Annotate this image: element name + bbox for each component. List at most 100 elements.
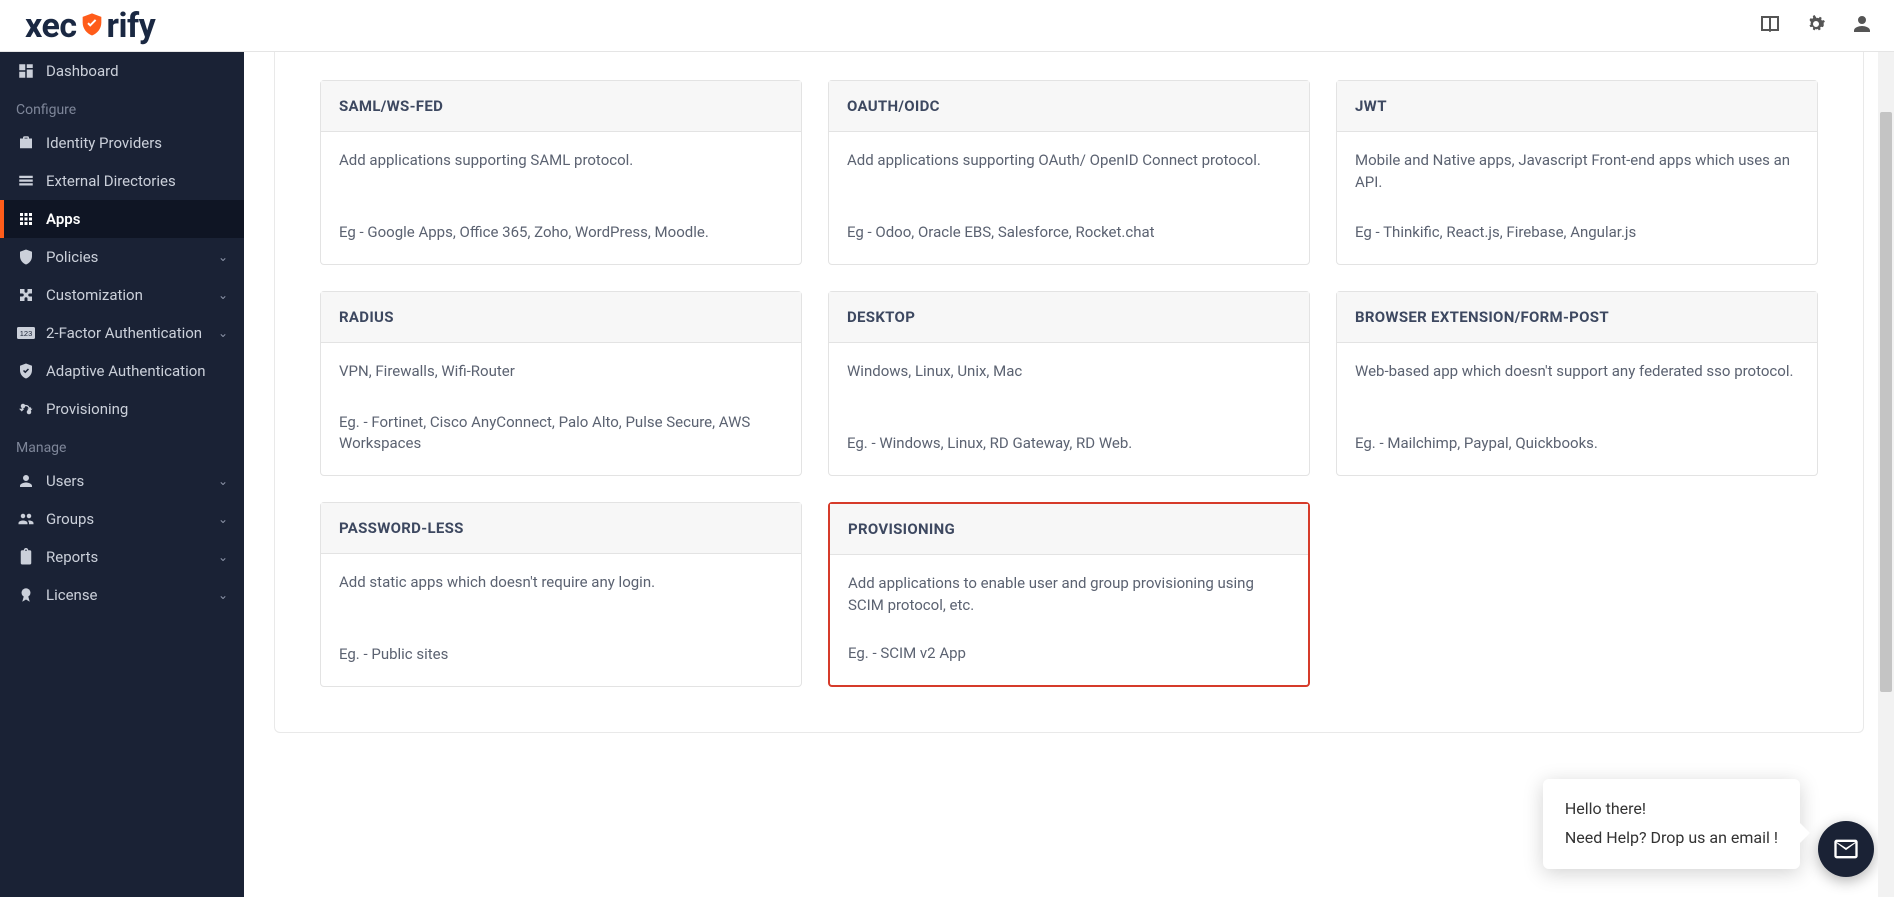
app-type-card[interactable]: OAUTH/OIDCAdd applications supporting OA…	[828, 80, 1310, 265]
mail-icon	[1832, 835, 1860, 863]
card-example: Eg. - Windows, Linux, RD Gateway, RD Web…	[847, 433, 1291, 455]
sidebar-item-apps[interactable]: Apps	[0, 200, 244, 238]
scrollbar-thumb[interactable]	[1880, 112, 1892, 692]
card-example: Eg. - Mailchimp, Paypal, Quickbooks.	[1355, 433, 1799, 455]
brand-logo[interactable]: xec rify	[25, 6, 155, 46]
card-example: Eg - Thinkific, React.js, Firebase, Angu…	[1355, 222, 1799, 244]
chat-line1: Hello there!	[1565, 795, 1778, 824]
card-body: Mobile and Native apps, Javascript Front…	[1337, 132, 1817, 264]
app-type-card[interactable]: DESKTOP Windows, Linux, Unix, Mac Eg. - Wi…	[828, 291, 1310, 476]
card-example: Eg. - Fortinet, Cisco AnyConnect, Palo A…	[339, 412, 783, 456]
chevron-down-icon: ⌄	[218, 512, 228, 526]
chat-bubble-button[interactable]	[1818, 821, 1874, 877]
card-title: DESKTOP	[829, 292, 1309, 343]
sidebar-item-ext-dir[interactable]: External Directories	[0, 162, 244, 200]
cards-grid: SAML/WS-FED Add applications supporting S…	[320, 80, 1818, 687]
sidebar-section-configure: Configure	[0, 90, 244, 124]
card-desc: Add applications supporting SAML protoco…	[339, 150, 783, 172]
brand-pre: xec	[25, 6, 77, 46]
card-desc: Windows, Linux, Unix, Mac	[847, 361, 1291, 383]
card-example: Eg. - Public sites	[339, 644, 783, 666]
sidebar-item-customization[interactable]: Customization ⌄	[0, 276, 244, 314]
sidebar-item-policies[interactable]: Policies ⌄	[0, 238, 244, 276]
clipboard-icon	[16, 548, 36, 566]
card-body: VPN, Firewalls, Wifi-Router Eg. - Fortine…	[321, 343, 801, 475]
puzzle-icon	[16, 286, 36, 304]
gear-icon[interactable]	[1804, 12, 1828, 40]
card-title: BROWSER EXTENSION/FORM-POST	[1337, 292, 1817, 343]
list-icon	[16, 172, 36, 190]
sidebar-label: Identity Providers	[46, 134, 228, 152]
badge-icon	[16, 586, 36, 604]
card-example: Eg - Odoo, Oracle EBS, Salesforce, Rocke…	[847, 222, 1291, 244]
apps-icon	[16, 210, 36, 228]
card-example: Eg. - SCIM v2 App	[848, 643, 1290, 665]
card-body: Add applications supporting SAML protoco…	[321, 132, 801, 264]
sidebar-label: Dashboard	[46, 62, 228, 80]
sidebar-item-adaptive[interactable]: Adaptive Authentication	[0, 352, 244, 390]
shield-icon	[16, 248, 36, 266]
sidebar-item-users[interactable]: Users ⌄	[0, 462, 244, 500]
sidebar-item-groups[interactable]: Groups ⌄	[0, 500, 244, 538]
card-desc: VPN, Firewalls, Wifi-Router	[339, 361, 783, 383]
card-desc: Add applications to enable user and grou…	[848, 573, 1290, 617]
sidebar-label: Apps	[46, 210, 228, 228]
sidebar-label: Groups	[46, 510, 218, 528]
app-type-card[interactable]: PROVISIONING Add applications to enable u…	[828, 502, 1310, 687]
app-type-card[interactable]: PASSWORD-LESS Add static apps which doesn…	[320, 502, 802, 687]
sidebar-label: Adaptive Authentication	[46, 362, 228, 380]
app-type-card[interactable]: RADIUS VPN, Firewalls, Wifi-Router Eg. - F…	[320, 291, 802, 476]
sidebar-label: License	[46, 586, 218, 604]
sync-icon	[16, 400, 36, 418]
chevron-down-icon: ⌄	[218, 588, 228, 602]
chevron-down-icon: ⌄	[218, 250, 228, 264]
sidebar-item-reports[interactable]: Reports ⌄	[0, 538, 244, 576]
card-body: Windows, Linux, Unix, Mac Eg. - Windows, …	[829, 343, 1309, 475]
sidebar-item-2fa[interactable]: 123 2-Factor Authentication ⌄	[0, 314, 244, 352]
code-icon: 123	[16, 326, 36, 340]
app-type-card[interactable]: JWTMobile and Native apps, Javascript Fr…	[1336, 80, 1818, 265]
sidebar-label: Users	[46, 472, 218, 490]
container: Dashboard Configure Identity Providers E…	[0, 52, 1894, 897]
card-title: RADIUS	[321, 292, 801, 343]
chevron-down-icon: ⌄	[218, 326, 228, 340]
sidebar-label: 2-Factor Authentication	[46, 324, 218, 342]
sidebar-label: Policies	[46, 248, 218, 266]
card-title: PASSWORD-LESS	[321, 503, 801, 554]
card-title: JWT	[1337, 81, 1817, 132]
app-type-card[interactable]: SAML/WS-FED Add applications supporting S…	[320, 80, 802, 265]
app-type-card[interactable]: BROWSER EXTENSION/FORM-POSTWeb-based app…	[1336, 291, 1818, 476]
chevron-down-icon: ⌄	[218, 288, 228, 302]
card-desc: Add static apps which doesn't require an…	[339, 572, 783, 594]
scrollbar-track[interactable]	[1878, 52, 1894, 897]
verified-shield-icon	[16, 362, 36, 380]
dashboard-icon	[16, 62, 36, 80]
sidebar-section-manage: Manage	[0, 428, 244, 462]
sidebar-item-license[interactable]: License ⌄	[0, 576, 244, 614]
chat-line2: Need Help? Drop us an email !	[1565, 824, 1778, 853]
topbar-right	[1758, 12, 1874, 40]
sidebar-label: Reports	[46, 548, 218, 566]
user-icon[interactable]	[1850, 12, 1874, 40]
card-title: PROVISIONING	[830, 504, 1308, 555]
sidebar: Dashboard Configure Identity Providers E…	[0, 52, 244, 897]
chevron-down-icon: ⌄	[218, 474, 228, 488]
briefcase-icon	[16, 134, 36, 152]
chat-tooltip: Hello there! Need Help? Drop us an email…	[1543, 779, 1800, 869]
sidebar-item-provisioning[interactable]: Provisioning	[0, 390, 244, 428]
card-title: SAML/WS-FED	[321, 81, 801, 132]
brand-post: rify	[107, 6, 156, 46]
sidebar-label: External Directories	[46, 172, 228, 190]
chevron-down-icon: ⌄	[218, 550, 228, 564]
card-desc: Add applications supporting OAuth/ OpenI…	[847, 150, 1291, 172]
shield-icon	[78, 8, 106, 48]
card-example: Eg - Google Apps, Office 365, Zoho, Word…	[339, 222, 783, 244]
card-body: Add applications to enable user and grou…	[830, 555, 1308, 685]
topbar: xec rify	[0, 0, 1894, 52]
sidebar-item-idp[interactable]: Identity Providers	[0, 124, 244, 162]
card-body: Web-based app which doesn't support any …	[1337, 343, 1817, 475]
sidebar-label: Customization	[46, 286, 218, 304]
book-icon[interactable]	[1758, 12, 1782, 40]
sidebar-item-dashboard[interactable]: Dashboard	[0, 52, 244, 90]
card-body: Add static apps which doesn't require an…	[321, 554, 801, 686]
